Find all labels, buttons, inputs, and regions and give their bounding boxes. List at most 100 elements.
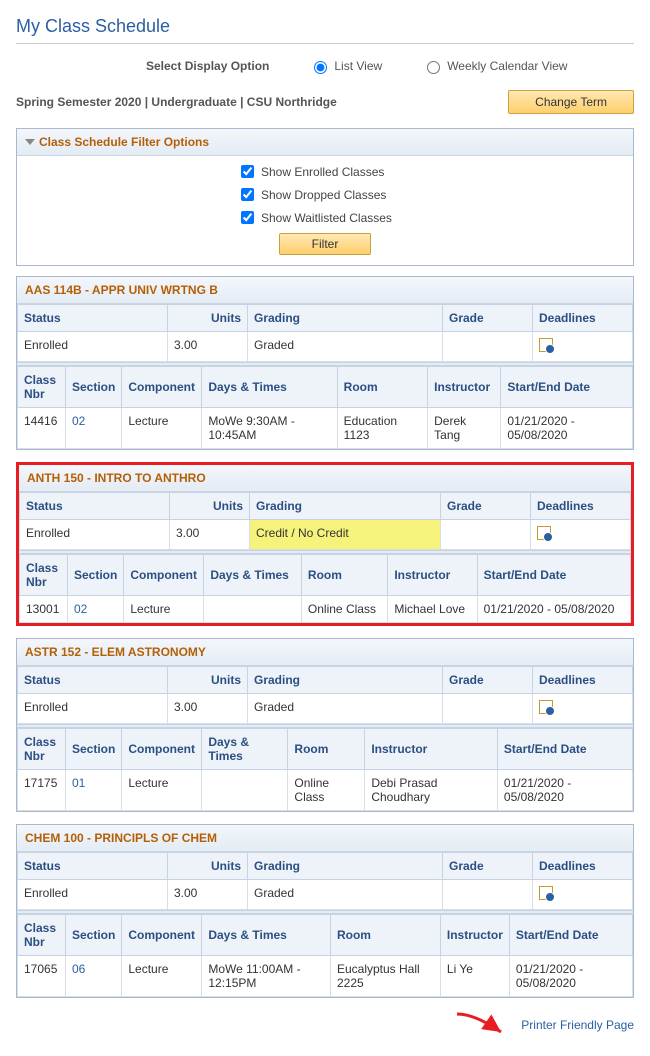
show-waitlisted-label: Show Waitlisted Classes <box>261 211 392 225</box>
col-room: Room <box>301 555 387 596</box>
calendar-view-option[interactable]: Weekly Calendar View <box>422 58 567 74</box>
col-days-times: Days & Times <box>204 555 302 596</box>
status-row: Enrolled3.00Graded <box>18 332 633 362</box>
start-end-value: 01/21/2020 - 05/08/2020 <box>497 770 632 811</box>
col-section: Section <box>66 915 122 956</box>
col-section: Section <box>66 367 122 408</box>
units-value: 3.00 <box>170 520 250 550</box>
filter-button[interactable]: Filter <box>279 233 372 255</box>
section-link[interactable]: 06 <box>66 956 122 997</box>
show-waitlisted-checkbox[interactable] <box>241 211 254 224</box>
col-units: Units <box>168 667 248 694</box>
filter-header-label: Class Schedule Filter Options <box>39 135 209 149</box>
section-link[interactable]: 02 <box>66 408 122 449</box>
col-units: Units <box>168 305 248 332</box>
room-value: Online Class <box>301 596 387 623</box>
deadlines-cell <box>533 694 633 724</box>
col-status: Status <box>18 305 168 332</box>
col-instructor: Instructor <box>428 367 501 408</box>
col-units: Units <box>168 853 248 880</box>
col-deadlines: Deadlines <box>533 667 633 694</box>
days-times-value <box>202 770 288 811</box>
calendar-view-radio[interactable] <box>427 61 440 74</box>
instructor-value: Derek Tang <box>428 408 501 449</box>
col-units: Units <box>170 493 250 520</box>
col-deadlines: Deadlines <box>533 853 633 880</box>
change-term-button[interactable]: Change Term <box>508 90 634 114</box>
calendar-info-icon[interactable] <box>537 526 551 540</box>
class-title: ANTH 150 - INTRO TO ANTHRO <box>19 465 631 492</box>
col-grading: Grading <box>248 305 443 332</box>
col-grade: Grade <box>443 853 533 880</box>
deadlines-cell <box>533 880 633 910</box>
table-row: 1300102LectureOnline ClassMichael Love01… <box>20 596 631 623</box>
col-instructor: Instructor <box>388 555 477 596</box>
table-row: 1441602LectureMoWe 9:30AM - 10:45AMEduca… <box>18 408 633 449</box>
col-section: Section <box>68 555 124 596</box>
col-start-end: Start/End Date <box>501 367 633 408</box>
col-deadlines: Deadlines <box>533 305 633 332</box>
col-grade: Grade <box>443 667 533 694</box>
class-nbr-value: 13001 <box>20 596 68 623</box>
room-value: Online Class <box>288 770 365 811</box>
table-row: 1706506LectureMoWe 11:00AM - 12:15PMEuca… <box>18 956 633 997</box>
printer-friendly-link[interactable]: Printer Friendly Page <box>521 1018 634 1032</box>
calendar-info-icon[interactable] <box>539 700 553 714</box>
grading-value: Graded <box>248 332 443 362</box>
component-value: Lecture <box>124 596 204 623</box>
grading-value: Credit / No Credit <box>250 520 441 550</box>
chevron-down-icon <box>25 139 35 145</box>
class-title: CHEM 100 - PRINCIPLS OF CHEM <box>17 825 633 852</box>
calendar-info-icon[interactable] <box>539 886 553 900</box>
col-start-end: Start/End Date <box>477 555 630 596</box>
start-end-value: 01/21/2020 - 05/08/2020 <box>509 956 632 997</box>
col-status: Status <box>18 667 168 694</box>
col-grading: Grading <box>248 853 443 880</box>
deadlines-cell <box>531 520 631 550</box>
class-box: AAS 114B - APPR UNIV WRTNG BStatusUnitsG… <box>16 276 634 450</box>
list-view-radio[interactable] <box>314 61 327 74</box>
class-nbr-value: 17175 <box>18 770 66 811</box>
class-title: AAS 114B - APPR UNIV WRTNG B <box>17 277 633 304</box>
col-grading: Grading <box>248 667 443 694</box>
term-label: Spring Semester 2020 | Undergraduate | C… <box>16 95 337 109</box>
days-times-value <box>204 596 302 623</box>
section-link[interactable]: 02 <box>68 596 124 623</box>
class-nbr-value: 17065 <box>18 956 66 997</box>
col-component: Component <box>122 729 202 770</box>
units-value: 3.00 <box>168 332 248 362</box>
display-option-row: Select Display Option List View Weekly C… <box>146 58 634 74</box>
section-link[interactable]: 01 <box>66 770 122 811</box>
col-instructor: Instructor <box>440 915 509 956</box>
col-start-end: Start/End Date <box>497 729 632 770</box>
show-dropped-checkbox[interactable] <box>241 188 254 201</box>
grade-value <box>443 880 533 910</box>
page-title: My Class Schedule <box>16 16 634 44</box>
filter-body: Show Enrolled Classes Show Dropped Class… <box>17 156 633 265</box>
col-class-nbr: Class Nbr <box>18 367 66 408</box>
filter-header[interactable]: Class Schedule Filter Options <box>17 129 633 156</box>
days-times-value: MoWe 9:30AM - 10:45AM <box>202 408 337 449</box>
start-end-value: 01/21/2020 - 05/08/2020 <box>477 596 630 623</box>
show-enrolled-checkbox[interactable] <box>241 165 254 178</box>
col-component: Component <box>124 555 204 596</box>
col-class-nbr: Class Nbr <box>18 729 66 770</box>
col-days-times: Days & Times <box>202 729 288 770</box>
col-room: Room <box>288 729 365 770</box>
col-grading: Grading <box>250 493 441 520</box>
col-start-end: Start/End Date <box>509 915 632 956</box>
days-times-value: MoWe 11:00AM - 12:15PM <box>202 956 331 997</box>
status-value: Enrolled <box>18 880 168 910</box>
col-room: Room <box>337 367 427 408</box>
class-box: ANTH 150 - INTRO TO ANTHROStatusUnitsGra… <box>16 462 634 626</box>
status-value: Enrolled <box>20 520 170 550</box>
units-value: 3.00 <box>168 880 248 910</box>
calendar-info-icon[interactable] <box>539 338 553 352</box>
class-box: CHEM 100 - PRINCIPLS OF CHEMStatusUnitsG… <box>16 824 634 998</box>
room-value: Eucalyptus Hall 2225 <box>330 956 440 997</box>
component-value: Lecture <box>122 408 202 449</box>
list-view-option[interactable]: List View <box>309 58 382 74</box>
instructor-value: Debi Prasad Choudhary <box>365 770 498 811</box>
room-value: Education 1123 <box>337 408 427 449</box>
col-days-times: Days & Times <box>202 367 337 408</box>
